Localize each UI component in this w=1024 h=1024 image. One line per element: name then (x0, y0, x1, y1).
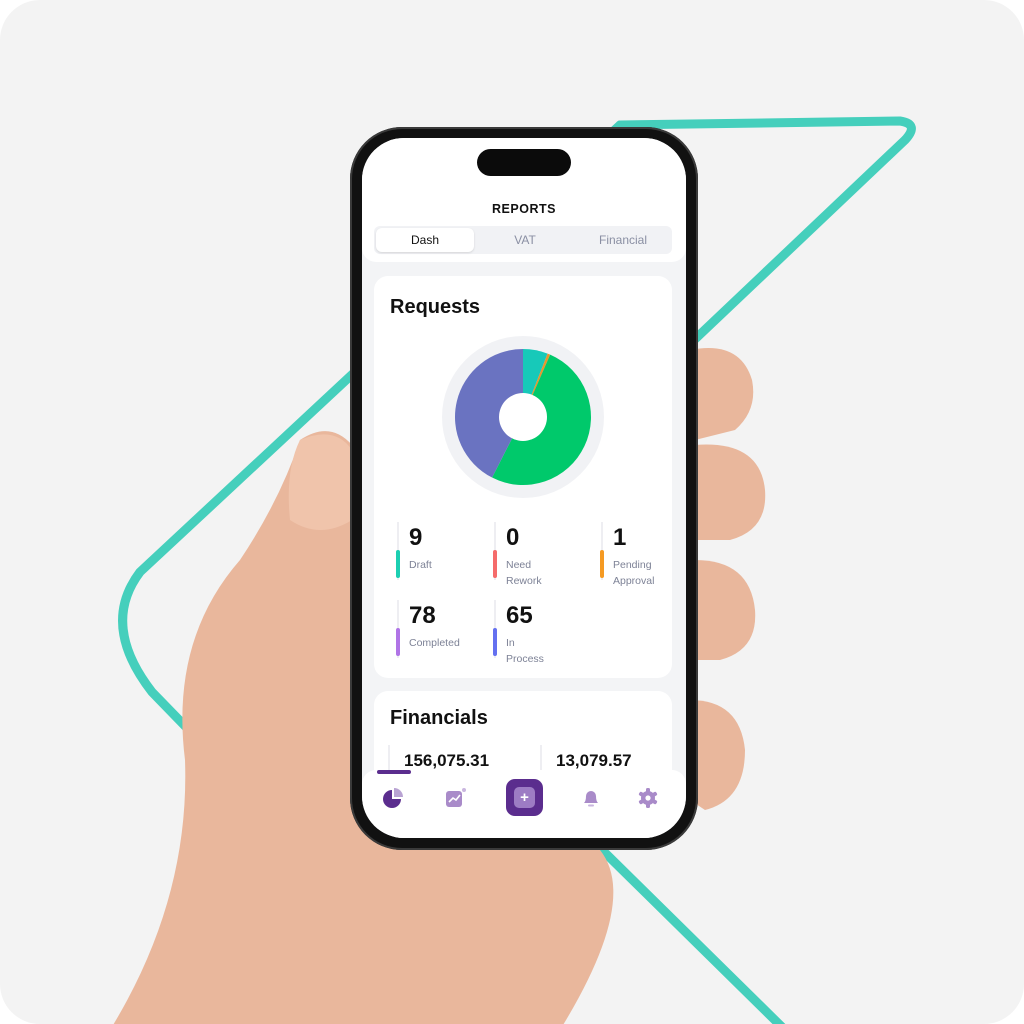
add-icon: + (514, 787, 535, 808)
financial-value: 13,079.57 (556, 751, 632, 770)
active-indicator (377, 770, 411, 774)
stat-value: 65 (506, 602, 533, 629)
bell-icon (584, 791, 598, 807)
color-marker (493, 550, 497, 578)
stat-in-process: 65 In Process (493, 600, 584, 665)
nav-dashboard[interactable] (375, 780, 411, 816)
color-marker (396, 550, 400, 578)
stat-value: 78 (409, 602, 436, 629)
tab-bar: Dash VAT Financial (374, 226, 672, 254)
nav-settings[interactable] (630, 780, 666, 816)
teal-line-bottom (585, 833, 786, 1024)
requests-card: Requests 9 Draft 0 Need Rework 1 Pending… (374, 276, 672, 678)
bottom-nav: + (362, 770, 686, 838)
stat-label: In Process (506, 637, 544, 665)
financial-value: 156,075.31 (404, 751, 490, 770)
stat-label: Pending Approval (613, 559, 655, 587)
phone: REPORTS Dash VAT Financial Requests 9 Dr… (350, 127, 698, 850)
tab-dash[interactable]: Dash (376, 228, 474, 252)
add-button[interactable]: + (506, 779, 543, 816)
requests-title: Requests (390, 296, 481, 318)
tab-financial[interactable]: Financial (574, 226, 672, 254)
stat-value: 9 (409, 524, 423, 551)
gear-icon (638, 788, 658, 808)
stat-need-rework: 0 Need Rework (493, 522, 584, 587)
stat-label: Draft (409, 559, 432, 571)
page-title: REPORTS (492, 202, 556, 216)
stat-value: 0 (506, 524, 520, 551)
stat-draft: 9 Draft (396, 522, 487, 582)
color-marker (493, 628, 497, 656)
nav-analytics[interactable] (437, 780, 473, 816)
stat-completed: 78 Completed (396, 600, 487, 660)
stage: REPORTS Dash VAT Financial Requests 9 Dr… (0, 0, 1024, 1024)
stat-pending-approval: 1 Pending Approval (600, 522, 686, 587)
requests-pie-chart (442, 336, 604, 498)
stat-label: Need Rework (506, 559, 542, 587)
app-screen: REPORTS Dash VAT Financial Requests 9 Dr… (362, 138, 686, 838)
nav-notifications[interactable] (573, 780, 609, 816)
color-marker (396, 628, 400, 656)
color-marker (600, 550, 604, 578)
pie-hole (499, 393, 547, 441)
stat-value: 1 (613, 524, 627, 551)
dynamic-island (477, 149, 571, 176)
stat-label: Completed (409, 637, 460, 649)
trend-chart-icon (446, 788, 466, 807)
financials-title: Financials (390, 707, 488, 729)
tab-vat[interactable]: VAT (476, 226, 574, 254)
pie-chart-icon (383, 788, 403, 808)
